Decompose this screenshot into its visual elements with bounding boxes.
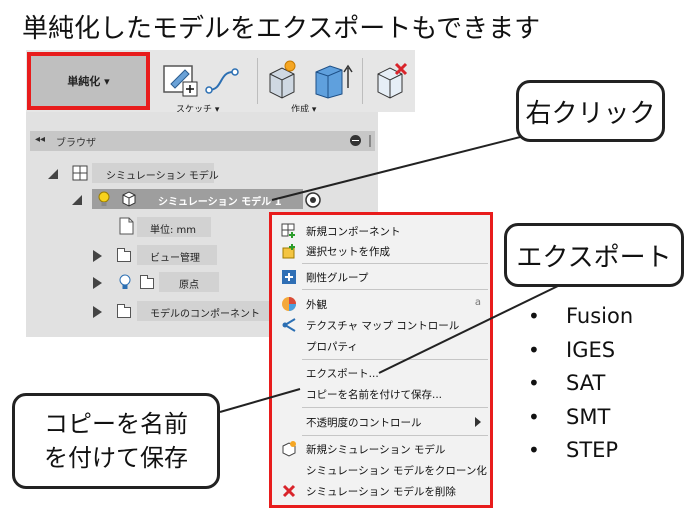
callout-export: エクスポート <box>504 223 684 287</box>
format-item: STEP <box>528 438 633 472</box>
export-format-list: Fusion IGES SAT SMT STEP <box>528 304 633 472</box>
format-item: SMT <box>528 405 633 439</box>
format-item: Fusion <box>528 304 633 338</box>
callout-save-copy: コピーを名前 を付けて保存 <box>12 393 220 489</box>
format-item: IGES <box>528 338 633 372</box>
callout-right-click: 右クリック <box>516 80 665 142</box>
format-item: SAT <box>528 371 633 405</box>
